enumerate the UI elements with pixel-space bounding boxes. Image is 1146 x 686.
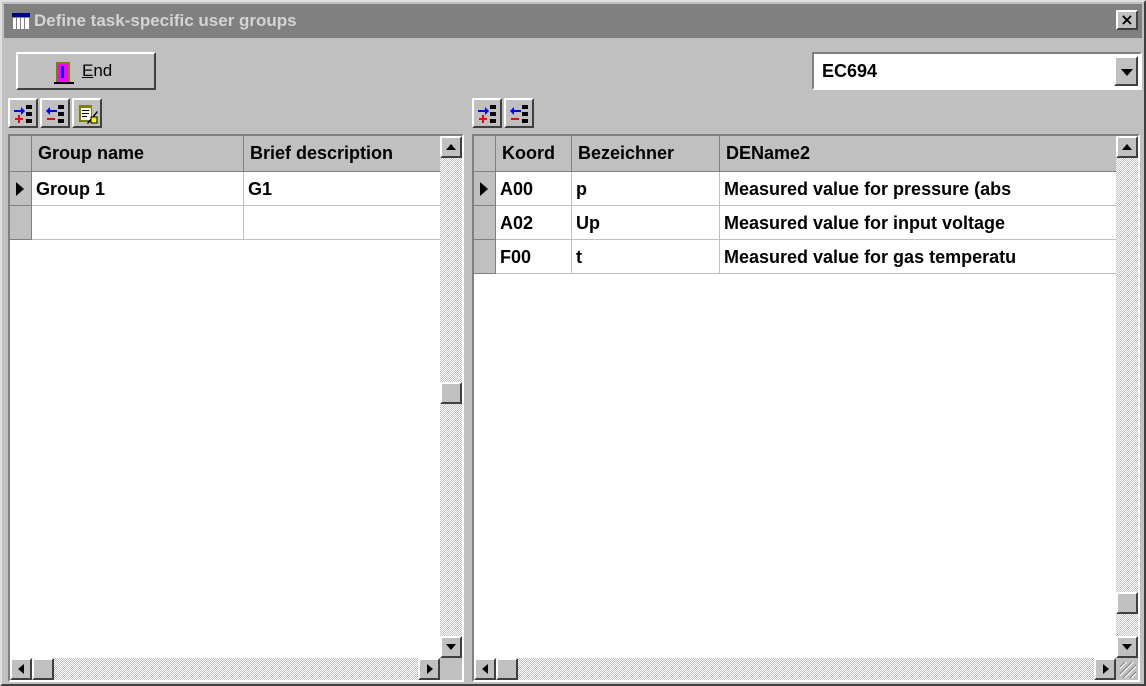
selector-combobox[interactable]: EC694 bbox=[812, 52, 1142, 90]
end-mnemonic: E bbox=[82, 61, 94, 80]
close-icon: × bbox=[1120, 10, 1134, 29]
groups-grid: Group name Brief description Group 1 G1 bbox=[8, 134, 464, 682]
scroll-down-button[interactable] bbox=[440, 636, 462, 658]
delete-row-icon bbox=[510, 105, 528, 123]
app-table-icon bbox=[12, 13, 30, 29]
cell-dename2[interactable]: Measured value for input voltage bbox=[720, 206, 1116, 240]
cell-group-name-new[interactable] bbox=[32, 206, 244, 240]
grid-corner bbox=[474, 136, 496, 172]
close-button[interactable]: × bbox=[1116, 10, 1138, 30]
cell-bezeichner[interactable]: t bbox=[572, 240, 720, 274]
end-button[interactable]: End bbox=[16, 52, 156, 90]
scroll-corner bbox=[440, 658, 462, 680]
main-toolbar: End EC694 bbox=[4, 39, 1142, 91]
column-header-group-name[interactable]: Group name bbox=[32, 136, 244, 172]
members-toolbar bbox=[472, 94, 1140, 130]
scroll-right-button[interactable] bbox=[1094, 658, 1116, 680]
insert-row-icon bbox=[14, 105, 32, 123]
cell-group-name[interactable]: Group 1 bbox=[32, 172, 244, 206]
end-label: nd bbox=[93, 61, 113, 80]
cell-dename2[interactable]: Measured value for pressure (abs bbox=[720, 172, 1116, 206]
groups-horizontal-scrollbar[interactable] bbox=[10, 658, 440, 680]
scroll-up-button[interactable] bbox=[440, 136, 462, 158]
groups-vertical-scrollbar[interactable] bbox=[440, 136, 462, 658]
column-header-dename2[interactable]: DEName2 bbox=[720, 136, 1116, 172]
scroll-thumb[interactable] bbox=[440, 382, 462, 404]
size-grip-icon[interactable] bbox=[1120, 662, 1136, 678]
insert-group-button[interactable] bbox=[8, 98, 38, 128]
dropdown-arrow-button[interactable] bbox=[1114, 56, 1138, 86]
hscroll-thumb[interactable] bbox=[496, 658, 518, 680]
cell-koord[interactable]: A00 bbox=[496, 172, 572, 206]
selector-value: EC694 bbox=[822, 61, 878, 81]
groups-pane: Group name Brief description Group 1 G1 bbox=[8, 94, 464, 682]
edit-group-button[interactable] bbox=[72, 98, 102, 128]
scroll-thumb[interactable] bbox=[1116, 592, 1138, 614]
edit-clipboard-icon bbox=[79, 105, 98, 124]
resize-corner[interactable] bbox=[1116, 658, 1138, 680]
title-bar[interactable]: Define task-specific user groups × bbox=[4, 4, 1142, 38]
insert-member-button[interactable] bbox=[472, 98, 502, 128]
members-horizontal-scrollbar[interactable] bbox=[474, 658, 1116, 680]
scroll-left-button[interactable] bbox=[10, 658, 32, 680]
row-selector[interactable] bbox=[474, 206, 496, 240]
row-selector-current[interactable] bbox=[10, 172, 32, 206]
scroll-right-button[interactable] bbox=[418, 658, 440, 680]
cell-bezeichner[interactable]: Up bbox=[572, 206, 720, 240]
cell-koord[interactable]: F00 bbox=[496, 240, 572, 274]
exit-door-icon bbox=[54, 62, 74, 84]
column-header-koord[interactable]: Koord bbox=[496, 136, 572, 172]
members-vertical-scrollbar[interactable] bbox=[1116, 136, 1138, 658]
delete-member-button[interactable] bbox=[504, 98, 534, 128]
window-title: Define task-specific user groups bbox=[34, 11, 297, 30]
delete-group-button[interactable] bbox=[40, 98, 70, 128]
scroll-down-button[interactable] bbox=[1116, 636, 1138, 658]
row-selector[interactable] bbox=[474, 240, 496, 274]
members-grid: Koord Bezeichner DEName2 A00 p Measured … bbox=[472, 134, 1140, 682]
cell-dename2[interactable]: Measured value for gas temperatu bbox=[720, 240, 1116, 274]
cell-brief-description[interactable]: G1 bbox=[244, 172, 440, 206]
members-pane: Koord Bezeichner DEName2 A00 p Measured … bbox=[472, 94, 1140, 682]
hscroll-thumb[interactable] bbox=[32, 658, 54, 680]
scroll-left-button[interactable] bbox=[474, 658, 496, 680]
delete-row-icon bbox=[46, 105, 64, 123]
row-selector-current[interactable] bbox=[474, 172, 496, 206]
cell-koord[interactable]: A02 bbox=[496, 206, 572, 240]
column-header-bezeichner[interactable]: Bezeichner bbox=[572, 136, 720, 172]
cell-bezeichner[interactable]: p bbox=[572, 172, 720, 206]
dialog-window: Define task-specific user groups × End E… bbox=[0, 0, 1146, 686]
insert-row-icon bbox=[478, 105, 496, 123]
grid-corner bbox=[10, 136, 32, 172]
column-header-brief-description[interactable]: Brief description bbox=[244, 136, 440, 172]
groups-toolbar bbox=[8, 94, 464, 130]
row-selector-new[interactable] bbox=[10, 206, 32, 240]
scroll-up-button[interactable] bbox=[1116, 136, 1138, 158]
cell-brief-description-new[interactable] bbox=[244, 206, 440, 240]
